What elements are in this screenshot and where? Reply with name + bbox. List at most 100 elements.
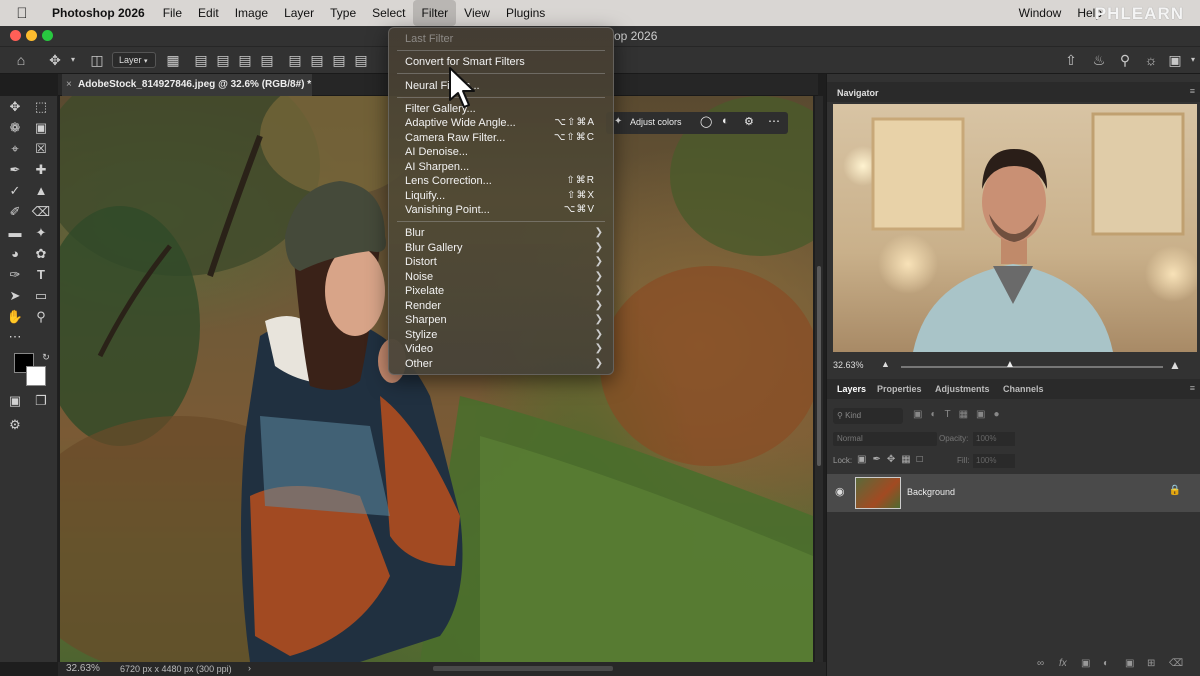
marquee-tool-icon[interactable]: ⬚: [31, 98, 51, 116]
align-top-icon[interactable]: ▤: [286, 52, 304, 69]
menu-image[interactable]: Image: [227, 0, 276, 26]
crop-tool-icon[interactable]: ⌖: [5, 140, 25, 158]
tab-channels[interactable]: Channels: [1003, 379, 1044, 399]
navigator-preview[interactable]: [833, 104, 1197, 352]
rectangle-tool-icon[interactable]: ▭: [31, 287, 51, 305]
menu-item-other[interactable]: Other: [405, 357, 433, 371]
menu-item-ai-sharpen[interactable]: AI Sharpen...: [405, 160, 469, 174]
adjust-colors-button[interactable]: Adjust colors: [630, 117, 682, 127]
background-color-swatch[interactable]: [26, 366, 46, 386]
zoom-slider-track[interactable]: [901, 366, 1163, 368]
quick-select-tool-icon[interactable]: ▣: [31, 119, 51, 137]
menu-item-lens-correction[interactable]: Lens Correction...: [405, 174, 492, 188]
workspace-icon[interactable]: ▣: [1166, 52, 1184, 69]
menu-item-blur[interactable]: Blur: [405, 226, 425, 240]
fill-field[interactable]: 100%: [973, 454, 1015, 468]
blur-tool-icon[interactable]: ✦: [31, 224, 51, 242]
path-selection-tool-icon[interactable]: ➤: [5, 287, 25, 305]
delete-layer-icon[interactable]: ⌫: [1169, 658, 1183, 669]
menu-item-liquify[interactable]: Liquify...: [405, 189, 445, 203]
mask-icon[interactable]: ◯: [700, 115, 712, 128]
menu-item-ai-denoise[interactable]: AI Denoise...: [405, 145, 468, 159]
type-tool-icon[interactable]: T: [31, 266, 51, 284]
align-middle-icon[interactable]: ▤: [308, 52, 326, 69]
move-tool-icon[interactable]: ✥: [46, 52, 64, 69]
zoom-slider-thumb[interactable]: ▲: [1005, 359, 1015, 370]
canvas-scrollbar[interactable]: [815, 96, 823, 662]
adjust-colors-icon[interactable]: ✦: [614, 116, 622, 127]
menu-type[interactable]: Type: [322, 0, 364, 26]
lightbulb-icon[interactable]: ☼: [1142, 52, 1160, 68]
new-adjustment-icon[interactable]: ◐: [1103, 658, 1109, 669]
zoom-out-icon[interactable]: ▲: [881, 359, 890, 369]
clone-stamp-tool-icon[interactable]: ▲: [31, 182, 51, 200]
new-group-icon[interactable]: ▣: [1125, 658, 1134, 669]
generate-icon[interactable]: ⚙: [744, 115, 754, 128]
gradient-tool-icon[interactable]: ▬: [5, 224, 25, 242]
brush-tool-icon[interactable]: ✓: [5, 182, 25, 200]
menu-edit[interactable]: Edit: [190, 0, 227, 26]
navigator-zoom-value[interactable]: 32.63%: [833, 360, 864, 370]
more-tools-icon[interactable]: ⋯: [5, 328, 25, 346]
align-bottom-icon[interactable]: ▤: [330, 52, 348, 69]
tab-properties[interactable]: Properties: [877, 379, 922, 399]
zoom-level[interactable]: 32.63%: [66, 663, 100, 674]
opacity-field[interactable]: 100%: [973, 432, 1015, 446]
layer-name[interactable]: Background: [907, 487, 955, 497]
tab-layers[interactable]: Layers: [837, 379, 866, 399]
menu-window[interactable]: Window: [1011, 0, 1070, 26]
more-options-icon[interactable]: ⋯: [768, 114, 780, 128]
menu-filter[interactable]: Filter: [413, 0, 457, 26]
menu-item-distort[interactable]: Distort: [405, 255, 437, 269]
eraser-tool-icon[interactable]: ⌫: [31, 203, 51, 221]
auto-select-icon[interactable]: ◫: [88, 52, 106, 69]
menu-item-video[interactable]: Video: [405, 342, 433, 356]
menu-item-render[interactable]: Render: [405, 299, 441, 313]
menu-item-blur-gallery[interactable]: Blur Gallery: [405, 241, 462, 255]
zoom-tool-icon[interactable]: ⚲: [31, 308, 51, 326]
layer-kind-filter[interactable]: ⚲ Kind: [833, 408, 903, 424]
new-layer-icon[interactable]: ⊞: [1147, 658, 1155, 669]
chevron-down-icon[interactable]: ▾: [64, 55, 82, 64]
auto-select-dropdown[interactable]: Layer ▾: [112, 52, 156, 68]
menu-view[interactable]: View: [456, 0, 498, 26]
zoom-in-icon[interactable]: ▲: [1169, 358, 1181, 372]
distribute-icon[interactable]: ▤: [258, 52, 276, 69]
status-chevron-icon[interactable]: ›: [248, 663, 251, 673]
menu-item-camera-raw-filter[interactable]: Camera Raw Filter...: [405, 131, 505, 145]
workspace-chevron-icon[interactable]: ▾: [1184, 55, 1200, 64]
scrollbar-thumb[interactable]: [817, 266, 821, 466]
move-tool-icon[interactable]: ✥: [5, 98, 25, 116]
menu-item-pixelate[interactable]: Pixelate: [405, 284, 444, 298]
menu-select[interactable]: Select: [364, 0, 413, 26]
navigator-title[interactable]: Navigator: [837, 88, 879, 98]
healing-brush-tool-icon[interactable]: ✚: [31, 161, 51, 179]
hand-tool-icon[interactable]: ✋: [5, 308, 25, 326]
transform-controls-icon[interactable]: ▦: [164, 52, 182, 69]
close-tab-icon[interactable]: ×: [66, 74, 72, 96]
adjustment-icon[interactable]: ◐: [722, 115, 729, 127]
swap-colors-icon[interactable]: ↻: [36, 348, 56, 366]
layer-row-background[interactable]: ◉ Background 🔒: [827, 474, 1200, 512]
menu-layer[interactable]: Layer: [276, 0, 322, 26]
document-tab[interactable]: × AdobeStock_814927846.jpeg @ 32.6% (RGB…: [62, 74, 312, 96]
align-center-icon[interactable]: ▤: [214, 52, 232, 69]
screen-mode-icon[interactable]: ❐: [31, 392, 51, 410]
close-window-button[interactable]: [10, 30, 21, 41]
search-icon[interactable]: ⚲: [1116, 52, 1134, 69]
frame-tool-icon[interactable]: ☒: [31, 140, 51, 158]
quick-mask-icon[interactable]: ▣: [5, 392, 25, 410]
lock-icons[interactable]: ▣✒✥▦□: [857, 454, 929, 465]
home-icon[interactable]: ⌂: [12, 52, 30, 68]
distribute-vertical-icon[interactable]: ▤: [352, 52, 370, 69]
pen-tool-icon[interactable]: ✑: [5, 266, 25, 284]
tab-adjustments[interactable]: Adjustments: [935, 379, 990, 399]
menu-item-stylize[interactable]: Stylize: [405, 328, 437, 342]
dodge-tool-icon[interactable]: ◕: [5, 245, 25, 263]
layers-menu-icon[interactable]: ≡: [1190, 383, 1195, 393]
app-name-menu[interactable]: Photoshop 2026: [44, 0, 155, 26]
horizontal-scrollbar[interactable]: [433, 666, 613, 671]
eyedropper-tool-icon[interactable]: ✒: [5, 161, 25, 179]
zoom-window-button[interactable]: [42, 30, 53, 41]
align-left-icon[interactable]: ▤: [192, 52, 210, 69]
